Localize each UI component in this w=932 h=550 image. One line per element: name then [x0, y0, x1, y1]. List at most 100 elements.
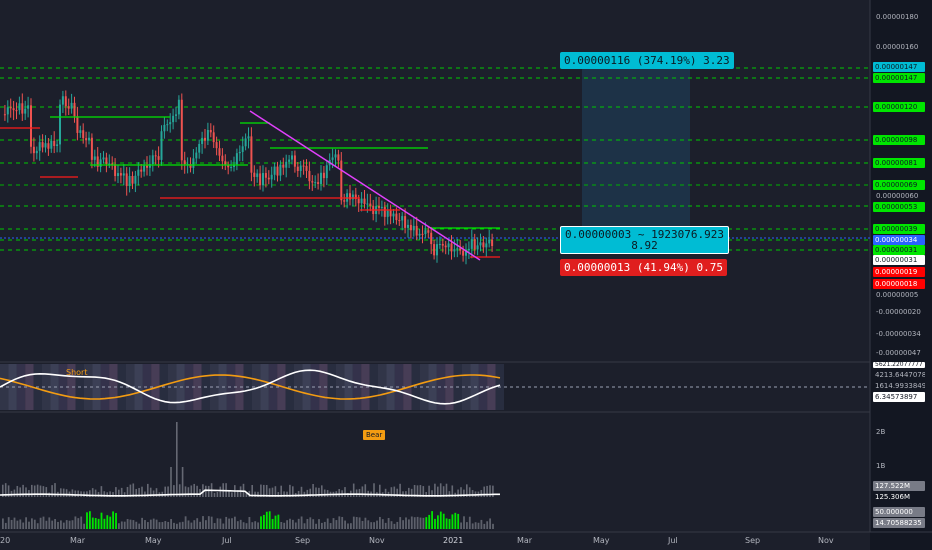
- candle-body: [146, 165, 148, 168]
- price-level-tag: 0.00000069: [873, 180, 925, 190]
- candle-body: [27, 105, 30, 109]
- candle-body: [180, 99, 183, 161]
- volume-delta-bar: [294, 522, 297, 529]
- candle-body: [392, 213, 395, 217]
- time-tick: May: [145, 536, 162, 545]
- candle-body: [59, 104, 61, 145]
- volume-delta-bar: [207, 516, 210, 529]
- measure-box-top[interactable]: 0.00000116 (374.19%) 3.23: [560, 52, 734, 69]
- candle-body: [221, 155, 224, 162]
- volume-delta-bar: [437, 515, 439, 529]
- price-level-tag: 0.00000120: [873, 102, 925, 112]
- volume-delta-bar: [265, 511, 268, 529]
- volume-tick: 1B: [876, 462, 886, 470]
- volume-delta-bar: [402, 520, 404, 529]
- measure-box-middle[interactable]: 0.00000003 ~ 1923076.923 8.92: [560, 226, 729, 254]
- candle-body: [85, 138, 88, 141]
- candle-body: [177, 99, 180, 115]
- candle-body: [404, 216, 407, 228]
- volume-tick: 2B: [876, 428, 886, 436]
- price-tick: -0.00000020: [876, 308, 921, 316]
- volume-delta-bar: [341, 516, 344, 529]
- volume-delta-bar: [466, 522, 468, 529]
- candle-body: [386, 210, 389, 217]
- candle-body: [32, 146, 35, 154]
- price-tick: 0.00000160: [876, 43, 919, 51]
- volume-delta-bar: [347, 523, 349, 529]
- candle-body: [340, 160, 343, 201]
- candle-body: [317, 182, 320, 184]
- candle-body: [331, 157, 334, 160]
- time-tick: Mar: [517, 536, 533, 545]
- volume-bar: [213, 492, 216, 497]
- volume-bar: [242, 483, 245, 497]
- volume-delta-bar: [62, 522, 65, 529]
- volume-delta-bar: [48, 517, 51, 529]
- volume-delta-bar: [396, 521, 399, 529]
- volume-bar: [36, 484, 39, 497]
- candle-body: [412, 225, 415, 231]
- volume-bar: [326, 490, 329, 497]
- volume-delta-bar: [454, 512, 457, 529]
- candle-body: [38, 142, 41, 151]
- volume-delta-bar: [350, 523, 352, 529]
- measure-box-bottom[interactable]: 0.00000013 (41.94%) 0.75: [560, 259, 727, 276]
- volume-delta-bar: [71, 520, 74, 529]
- volume-delta-bar: [439, 511, 442, 529]
- chart-stage[interactable]: 0.00000180 0.00000160 0.00000120 0.00000098…: [0, 0, 932, 550]
- candle-body: [363, 198, 366, 205]
- candle-body: [322, 172, 325, 179]
- volume-delta-bar: [60, 520, 62, 529]
- candle-body: [476, 245, 479, 250]
- volume-delta-bar: [80, 516, 83, 529]
- candle-body: [320, 172, 322, 184]
- volume-bar: [216, 492, 219, 497]
- candle-body: [401, 216, 404, 221]
- volume-delta-bar: [65, 520, 68, 529]
- volume-delta-bar: [306, 518, 309, 529]
- volume-delta-bar: [431, 511, 433, 529]
- volume-tag: 14.70588235: [873, 518, 925, 528]
- candle-body: [351, 194, 354, 200]
- candle-body: [93, 156, 96, 160]
- volume-delta-bar: [103, 518, 106, 529]
- volume-delta-bar: [210, 516, 213, 529]
- candle-body: [383, 206, 386, 217]
- candle-body: [395, 213, 398, 221]
- volume-delta-bar: [152, 518, 155, 529]
- volume-delta-bar: [181, 521, 184, 529]
- candle-body: [154, 155, 157, 157]
- volume-delta-bar: [4, 522, 7, 529]
- volume-delta-bar: [161, 522, 164, 529]
- volume-label: Bear: [363, 430, 386, 440]
- time-tick: 20: [0, 536, 11, 545]
- volume-delta-bar: [141, 517, 143, 529]
- candle-body: [314, 182, 317, 184]
- volume-delta-bar: [83, 523, 85, 529]
- candle-body: [308, 170, 311, 182]
- volume-delta-bar: [428, 514, 431, 529]
- candle-body: [264, 173, 267, 178]
- volume-bar: [65, 489, 68, 497]
- volume-delta-bar: [33, 519, 36, 529]
- candle-body: [6, 107, 9, 115]
- volume-delta-bar: [31, 518, 33, 529]
- price-level-tag: 0.00000018: [873, 279, 925, 289]
- candle-body: [61, 96, 64, 105]
- price-chart-svg[interactable]: [0, 0, 932, 550]
- candle-body: [218, 148, 221, 156]
- measure-box-bottom-text: 0.00000013 (41.94%) 0.75: [564, 261, 723, 274]
- volume-bar: [344, 487, 346, 497]
- candle-body: [279, 164, 282, 176]
- volume-delta-bar: [248, 517, 251, 529]
- volume-delta-bar: [309, 517, 312, 529]
- volume-delta-bar: [158, 522, 161, 529]
- candle-body: [125, 173, 128, 186]
- volume-bar: [184, 486, 187, 497]
- candle-body: [3, 114, 6, 116]
- candle-body: [273, 166, 276, 175]
- volume-delta-bar: [176, 523, 178, 529]
- volume-delta-bar: [164, 521, 167, 529]
- volume-delta-bar: [448, 518, 451, 529]
- volume-delta-bar: [393, 523, 396, 529]
